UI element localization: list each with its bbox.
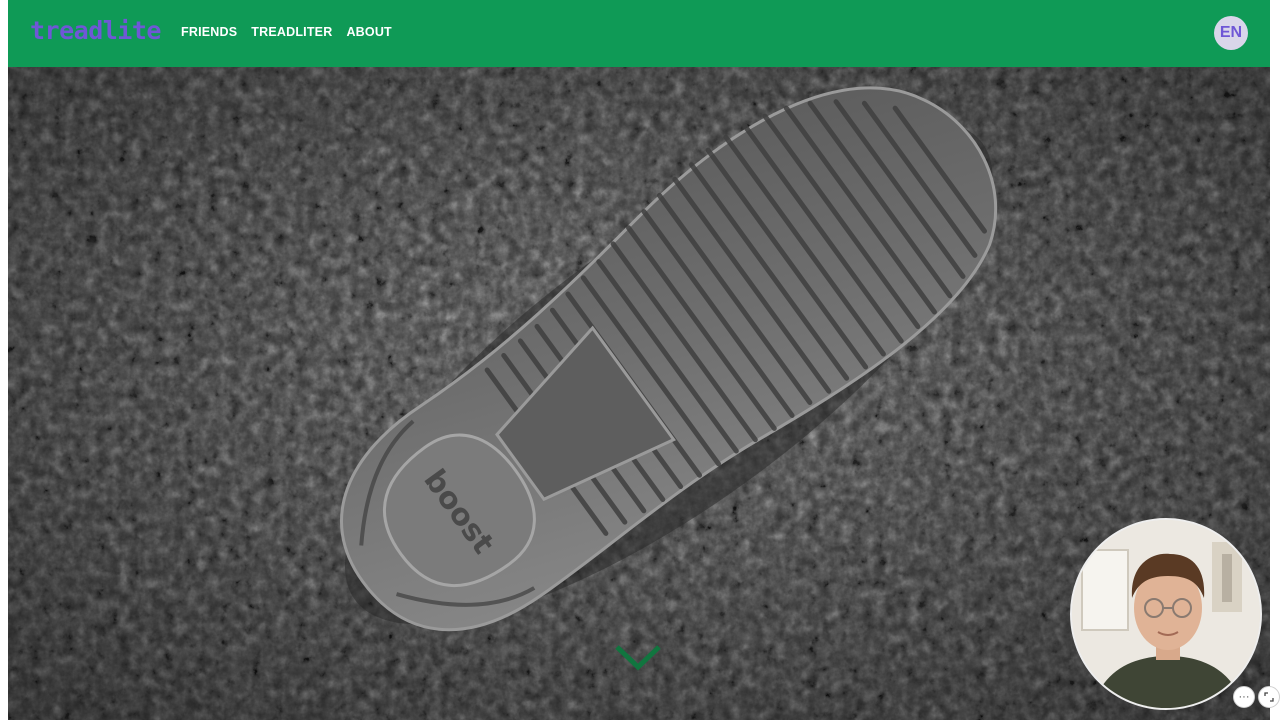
- chevron-down-icon[interactable]: [611, 641, 665, 673]
- expand-icon[interactable]: [1258, 686, 1280, 708]
- nav-link-friends[interactable]: FRIENDS: [181, 25, 237, 39]
- nav-link-treadliter[interactable]: TREADLITER: [251, 25, 332, 39]
- language-switcher-button[interactable]: EN: [1214, 16, 1248, 50]
- more-options-icon[interactable]: ···: [1233, 686, 1255, 708]
- presenter-avatar: [1072, 520, 1260, 708]
- brand-logo[interactable]: treadlite: [30, 16, 161, 45]
- top-navbar: treadlite FRIENDS TREADLITER ABOUT EN: [8, 0, 1270, 67]
- main-nav: FRIENDS TREADLITER ABOUT: [181, 25, 392, 39]
- nav-link-about[interactable]: ABOUT: [346, 25, 391, 39]
- webcam-video-bubble[interactable]: [1070, 518, 1262, 710]
